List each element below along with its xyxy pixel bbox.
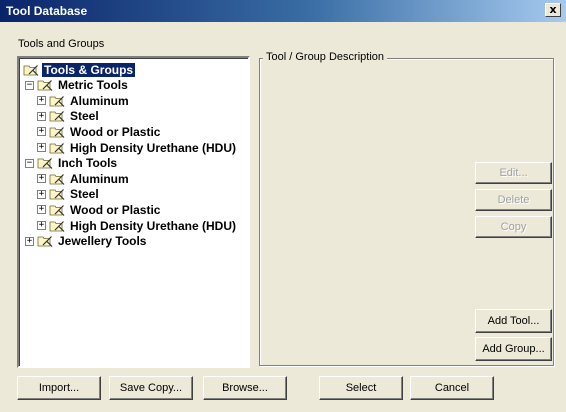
folder-tools-icon — [49, 173, 65, 185]
tree-item[interactable]: + Aluminum — [37, 93, 131, 108]
select-button[interactable]: Select — [319, 376, 403, 400]
add-tool-button[interactable]: Add Tool... — [475, 309, 552, 333]
tree-item-label: Aluminum — [70, 93, 129, 108]
folder-tools-icon — [37, 158, 53, 170]
expand-icon[interactable]: + — [25, 236, 34, 246]
expand-icon[interactable]: + — [37, 174, 46, 184]
tree-item-label: Jewellery Tools — [58, 234, 147, 249]
tree-item[interactable]: Tools & Groups — [23, 62, 136, 77]
tree-item[interactable]: + Aluminum — [37, 171, 131, 186]
window-title: Tool Database — [6, 4, 88, 18]
tree-item-label: Steel — [70, 187, 99, 202]
folder-tools-icon — [49, 204, 65, 216]
tree-item[interactable]: + Wood or Plastic — [37, 202, 162, 217]
add-group-button[interactable]: Add Group... — [475, 337, 552, 361]
tree-item[interactable]: + Jewellery Tools — [25, 234, 148, 249]
description-legend: Tool / Group Description — [263, 51, 387, 63]
folder-tools-icon — [49, 142, 65, 154]
tree-item-label: Steel — [70, 109, 99, 124]
cancel-button[interactable]: Cancel — [410, 376, 494, 400]
tree-item-label: Aluminum — [70, 171, 129, 186]
expand-icon[interactable]: + — [37, 127, 46, 137]
tree-item-label: Wood or Plastic — [70, 202, 161, 217]
save-copy-button[interactable]: Save Copy... — [109, 376, 193, 400]
tree-item[interactable]: − Inch Tools — [25, 156, 119, 171]
expand-icon[interactable]: + — [37, 96, 46, 106]
tree-item[interactable]: + High Density Urethane (HDU) — [37, 140, 238, 155]
delete-button[interactable]: Delete — [475, 189, 552, 211]
expand-icon[interactable]: + — [37, 189, 46, 199]
title-bar[interactable]: Tool Database x — [0, 0, 566, 22]
close-button[interactable]: x — [545, 3, 561, 17]
tool-tree[interactable]: Tools & Groups − Metric Tools + Aluminum + Ste… — [17, 56, 250, 368]
folder-tools-icon — [37, 236, 53, 248]
collapse-icon[interactable]: − — [25, 158, 34, 168]
tree-item-label: Wood or Plastic — [70, 124, 161, 139]
tree-item[interactable]: + Wood or Plastic — [37, 124, 162, 139]
folder-tools-icon — [49, 111, 65, 123]
folder-tools-icon — [23, 64, 39, 76]
tree-item-label: High Density Urethane (HDU) — [70, 140, 237, 155]
folder-tools-icon — [49, 189, 65, 201]
folder-tools-icon — [49, 95, 65, 107]
folder-tools-icon — [49, 220, 65, 232]
edit-button[interactable]: Edit... — [475, 162, 552, 184]
browse-button[interactable]: Browse... — [203, 376, 287, 400]
tree-item[interactable]: + High Density Urethane (HDU) — [37, 218, 238, 233]
tree-item-label: High Density Urethane (HDU) — [70, 218, 237, 233]
tree-item-label: Tools & Groups — [42, 62, 136, 77]
tree-item[interactable]: + Steel — [37, 187, 101, 202]
expand-icon[interactable]: + — [37, 143, 46, 152]
tree-item-label: Inch Tools — [58, 156, 118, 171]
collapse-icon[interactable]: − — [25, 80, 34, 90]
expand-icon[interactable]: + — [37, 221, 46, 230]
folder-tools-icon — [37, 80, 53, 92]
tree-item[interactable]: − Metric Tools — [25, 78, 130, 93]
tree-item-label: Metric Tools — [58, 78, 128, 93]
expand-icon[interactable]: + — [37, 205, 46, 215]
folder-tools-icon — [49, 126, 65, 138]
copy-button[interactable]: Copy — [475, 216, 552, 238]
import-button[interactable]: Import... — [17, 376, 101, 400]
tools-and-groups-label: Tools and Groups — [18, 38, 105, 50]
expand-icon[interactable]: + — [37, 111, 46, 121]
tree-item[interactable]: + Steel — [37, 109, 101, 124]
